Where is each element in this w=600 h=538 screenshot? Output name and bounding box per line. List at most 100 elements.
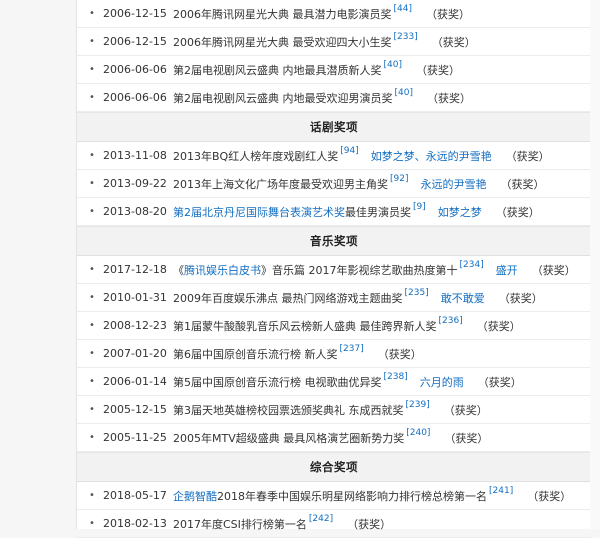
award-result: （获奖） xyxy=(476,319,521,333)
award-date: 2013-08-20 xyxy=(103,205,167,218)
award-title: 2017年度CSI排行榜第一名 xyxy=(173,517,307,531)
bullet: • xyxy=(89,8,95,19)
citation-link[interactable]: [235] xyxy=(405,288,429,298)
award-title: 最佳男演员奖 xyxy=(345,205,411,219)
award-result: （获奖） xyxy=(347,517,392,531)
bullet: • xyxy=(89,92,95,103)
citation-link[interactable]: [233] xyxy=(394,32,418,42)
award-org-link[interactable]: 腾讯娱乐白皮书 xyxy=(184,262,261,278)
work-link[interactable]: 永远的尹雪艳 xyxy=(420,176,486,192)
award-title: 第2届电视剧风云盛典 内地最具潜质新人奖 xyxy=(173,63,382,77)
award-row: • 2013-11-08 2013年BQ红人榜年度戏剧红人奖 [94] 如梦之梦… xyxy=(77,142,591,170)
citation-link[interactable]: [242] xyxy=(309,514,333,524)
section-header-music: 音乐奖项 xyxy=(77,226,591,256)
award-result: （获奖） xyxy=(505,149,550,163)
award-date: 2013-09-22 xyxy=(103,177,167,190)
award-result: （获奖） xyxy=(425,7,470,21)
section-header-general: 综合奖项 xyxy=(77,452,591,482)
work-link[interactable]: 如梦之梦 xyxy=(438,204,482,220)
award-date: 2017-12-18 xyxy=(103,263,167,276)
citation-link[interactable]: [236] xyxy=(439,316,463,326)
citation-link[interactable]: [40] xyxy=(384,60,402,70)
page-gutter xyxy=(590,0,600,529)
award-row: • 2006-06-06 第2届电视剧风云盛典 内地最受欢迎男演员奖 [40] … xyxy=(77,84,591,112)
award-row: • 2006-12-15 2006年腾讯网星光大典 最具潜力电影演员奖 [44]… xyxy=(77,0,591,28)
bullet: • xyxy=(89,206,95,217)
work-link[interactable]: 六月的雨 xyxy=(420,374,464,390)
bullet: • xyxy=(89,36,95,47)
award-title: 第3届天地英雄榜校园票选颁奖典礼 东成西就奖 xyxy=(173,403,404,417)
bullet: • xyxy=(89,404,95,415)
bullet: • xyxy=(89,178,95,189)
citation-link[interactable]: [240] xyxy=(406,428,430,438)
work-link[interactable]: 如梦之梦、永远的尹雪艳 xyxy=(371,148,492,164)
award-result: （获奖） xyxy=(477,375,522,389)
award-row: • 2006-06-06 第2届电视剧风云盛典 内地最具潜质新人奖 [40] （… xyxy=(77,56,591,84)
title-prefix: 《 xyxy=(173,263,184,277)
award-result: （获奖） xyxy=(377,347,422,361)
bullet: • xyxy=(89,292,95,303)
citation-link[interactable]: [241] xyxy=(489,486,513,496)
award-result: （获奖） xyxy=(431,35,476,49)
award-date: 2008-12-23 xyxy=(103,319,167,332)
citation-link[interactable]: [9] xyxy=(413,202,426,212)
award-result: （获奖） xyxy=(495,205,540,219)
bullet: • xyxy=(89,150,95,161)
award-date: 2018-02-13 xyxy=(103,517,167,530)
awards-panel: • 2006-12-15 2006年腾讯网星光大典 最具潜力电影演员奖 [44]… xyxy=(76,0,592,538)
citation-link[interactable]: [234] xyxy=(460,260,484,270)
award-row: • 2013-08-20 第2届北京丹尼国际舞台表演艺术奖 最佳男演员奖 [9]… xyxy=(77,198,591,226)
citation-link[interactable]: [44] xyxy=(394,4,412,14)
award-title: 》音乐篇 2017年影视综艺歌曲热度第十 xyxy=(261,263,458,277)
award-result: （获奖） xyxy=(444,431,489,445)
award-title: 2009年百度娱乐沸点 最热门网络游戏主题曲奖 xyxy=(173,291,403,305)
section-header-drama: 话剧奖项 xyxy=(77,112,591,142)
award-result: （获奖） xyxy=(500,177,545,191)
award-result: （获奖） xyxy=(498,291,543,305)
award-title: 第1届蒙牛酸酸乳音乐风云榜新人盛典 最佳跨界新人奖 xyxy=(173,319,437,333)
citation-link[interactable]: [239] xyxy=(406,400,430,410)
award-date: 2006-06-06 xyxy=(103,63,167,76)
award-row: • 2013-09-22 2013年上海文化广场年度最受欢迎男主角奖 [92] … xyxy=(77,170,591,198)
award-title: 第6届中国原创音乐流行榜 新人奖 xyxy=(173,347,338,361)
citation-link[interactable]: [94] xyxy=(340,146,358,156)
work-link[interactable]: 敢不敢爱 xyxy=(441,290,485,306)
citation-link[interactable]: [238] xyxy=(384,372,408,382)
award-row: • 2005-12-15 第3届天地英雄榜校园票选颁奖典礼 东成西就奖 [239… xyxy=(77,396,591,424)
award-row: • 2008-12-23 第1届蒙牛酸酸乳音乐风云榜新人盛典 最佳跨界新人奖 [… xyxy=(77,312,591,340)
award-date: 2006-12-15 xyxy=(103,35,167,48)
bullet: • xyxy=(89,320,95,331)
award-date: 2005-11-25 xyxy=(103,431,167,444)
bullet: • xyxy=(89,64,95,75)
bullet: • xyxy=(89,432,95,443)
award-date: 2006-06-06 xyxy=(103,91,167,104)
award-result: （获奖） xyxy=(426,91,471,105)
bullet: • xyxy=(89,490,95,501)
award-org-link[interactable]: 第2届北京丹尼国际舞台表演艺术奖 xyxy=(173,204,345,220)
award-date: 2006-12-15 xyxy=(103,7,167,20)
award-result: （获奖） xyxy=(415,63,460,77)
award-title: 2013年上海文化广场年度最受欢迎男主角奖 xyxy=(173,177,388,191)
citation-link[interactable]: [237] xyxy=(340,344,364,354)
award-row: • 2006-12-15 2006年腾讯网星光大典 最受欢迎四大小生奖 [233… xyxy=(77,28,591,56)
citation-link[interactable]: [40] xyxy=(395,88,413,98)
award-result: （获奖） xyxy=(527,489,572,503)
award-row: • 2018-05-17 企鹅智酷 2018年春季中国娱乐明星网络影响力排行榜总… xyxy=(77,482,591,510)
award-title: 2006年腾讯网星光大典 最具潜力电影演员奖 xyxy=(173,7,392,21)
award-date: 2005-12-15 xyxy=(103,403,167,416)
award-row: • 2018-02-13 2017年度CSI排行榜第一名 [242] （获奖） xyxy=(77,510,591,538)
award-date: 2013-11-08 xyxy=(103,149,167,162)
award-title: 2013年BQ红人榜年度戏剧红人奖 xyxy=(173,149,339,163)
bullet: • xyxy=(89,518,95,529)
award-org-link[interactable]: 企鹅智酷 xyxy=(173,488,217,504)
award-title: 第2届电视剧风云盛典 内地最受欢迎男演员奖 xyxy=(173,91,393,105)
award-row: • 2006-01-14 第5届中国原创音乐流行榜 电视歌曲优异奖 [238] … xyxy=(77,368,591,396)
bullet: • xyxy=(89,348,95,359)
award-title: 2006年腾讯网星光大典 最受欢迎四大小生奖 xyxy=(173,35,392,49)
work-link[interactable]: 盛开 xyxy=(496,262,518,278)
award-date: 2006-01-14 xyxy=(103,375,167,388)
award-date: 2010-01-31 xyxy=(103,291,167,304)
award-row: • 2007-01-20 第6届中国原创音乐流行榜 新人奖 [237] （获奖） xyxy=(77,340,591,368)
award-row: • 2017-12-18 《 腾讯娱乐白皮书 》音乐篇 2017年影视综艺歌曲热… xyxy=(77,256,591,284)
citation-link[interactable]: [92] xyxy=(390,174,408,184)
